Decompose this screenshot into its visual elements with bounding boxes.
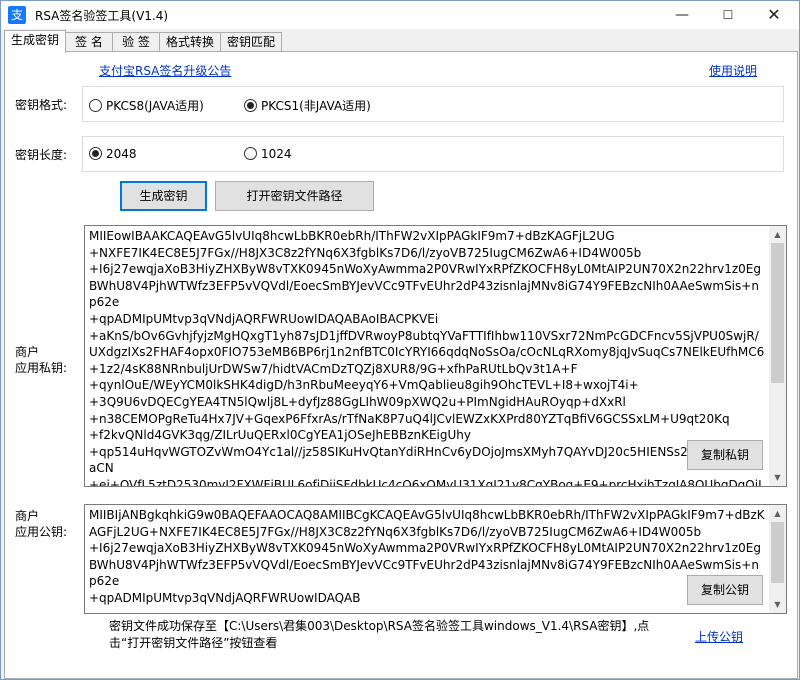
scroll-down-arrow-icon[interactable]: ▼	[769, 469, 786, 486]
app-window: 支 RSA签名验签工具(V1.4) — ☐ ✕ 生成密钥 签 名 验 签 格式转…	[0, 0, 800, 680]
radio-2048[interactable]: 2048	[89, 147, 137, 161]
maximize-button[interactable]: ☐	[705, 1, 751, 29]
public-key-text: MIIBIjANBgkqhkiG9w0BAQEFAAOCAQ8AMIIBCgKC…	[89, 508, 765, 605]
radio-pkcs8-label: PKCS8(JAVA适用)	[106, 99, 204, 113]
public-key-scroll-thumb[interactable]	[771, 522, 784, 583]
minimize-button[interactable]: —	[659, 1, 705, 29]
key-format-label: 密钥格式:	[15, 98, 68, 112]
radio-pkcs1[interactable]: PKCS1(非JAVA适用)	[244, 97, 371, 114]
tab-key-match[interactable]: 密钥匹配	[220, 32, 282, 52]
tab-sign[interactable]: 签 名	[65, 32, 113, 52]
copy-private-key-button[interactable]: 复制私钥	[687, 440, 763, 470]
scroll-up-arrow-icon[interactable]: ▲	[769, 505, 786, 522]
public-key-label-line1: 商户	[15, 509, 40, 523]
scroll-up-arrow-icon[interactable]: ▲	[769, 226, 786, 243]
title-bar[interactable]: 支 RSA签名验签工具(V1.4) — ☐ ✕	[1, 1, 799, 29]
save-status-message: 密钥文件成功保存至【C:\Users\君集003\Desktop\RSA签名验签…	[109, 619, 650, 650]
tab-verify[interactable]: 验 签	[112, 32, 160, 52]
key-length-group: 2048 1024	[82, 136, 784, 172]
radio-pkcs8[interactable]: PKCS8(JAVA适用)	[89, 97, 204, 114]
generate-key-button[interactable]: 生成密钥	[120, 181, 207, 211]
tab-generate-key[interactable]: 生成密钥	[4, 30, 66, 53]
close-button[interactable]: ✕	[751, 1, 797, 29]
radio-pkcs8-circle	[89, 99, 102, 112]
alipay-rsa-upgrade-notice-link[interactable]: 支付宝RSA签名升级公告	[99, 62, 231, 79]
copy-public-key-button[interactable]: 复制公钥	[687, 575, 763, 605]
private-key-label: 商户 应用私钥:	[15, 344, 67, 376]
alipay-app-icon: 支	[8, 6, 26, 24]
radio-pkcs1-label: PKCS1(非JAVA适用)	[261, 99, 371, 113]
key-length-label: 密钥长度:	[15, 148, 68, 162]
scroll-down-arrow-icon[interactable]: ▼	[769, 596, 786, 613]
generate-key-panel: 支付宝RSA签名升级公告 使用说明 密钥格式: PKCS8(JAVA适用) PK…	[4, 51, 798, 679]
private-key-scrollbar[interactable]: ▲ ▼	[769, 226, 786, 486]
public-key-label-line2: 应用公钥:	[15, 525, 68, 539]
upload-public-key-link[interactable]: 上传公钥	[695, 628, 743, 645]
radio-2048-circle	[89, 147, 102, 160]
radio-1024-label: 1024	[261, 147, 292, 161]
help-link[interactable]: 使用说明	[709, 62, 757, 79]
private-key-label-line1: 商户	[15, 345, 40, 359]
private-key-label-line2: 应用私钥:	[15, 361, 68, 375]
radio-pkcs1-circle	[244, 99, 257, 112]
private-key-textarea[interactable]: MIIEowIBAAKCAQEAvG5lvUIq8hcwLbBKR0ebRh/I…	[84, 225, 787, 487]
public-key-label: 商户 应用公钥:	[15, 508, 67, 540]
tab-format-convert[interactable]: 格式转换	[159, 32, 221, 52]
open-key-path-button[interactable]: 打开密钥文件路径	[215, 181, 374, 211]
private-key-scroll-thumb[interactable]	[771, 243, 784, 383]
private-key-text: MIIEowIBAAKCAQEAvG5lvUIq8hcwLbBKR0ebRh/I…	[89, 229, 765, 487]
key-format-group: PKCS8(JAVA适用) PKCS1(非JAVA适用)	[82, 86, 784, 122]
radio-1024[interactable]: 1024	[244, 147, 292, 161]
public-key-scrollbar[interactable]: ▲ ▼	[769, 505, 786, 613]
radio-1024-circle	[244, 147, 257, 160]
tab-strip: 生成密钥 签 名 验 签 格式转换 密钥匹配	[4, 30, 798, 53]
public-key-textarea[interactable]: MIIBIjANBgkqhkiG9w0BAQEFAAOCAQ8AMIIBCgKC…	[84, 504, 787, 614]
window-title: RSA签名验签工具(V1.4)	[35, 9, 169, 23]
radio-2048-label: 2048	[106, 147, 137, 161]
